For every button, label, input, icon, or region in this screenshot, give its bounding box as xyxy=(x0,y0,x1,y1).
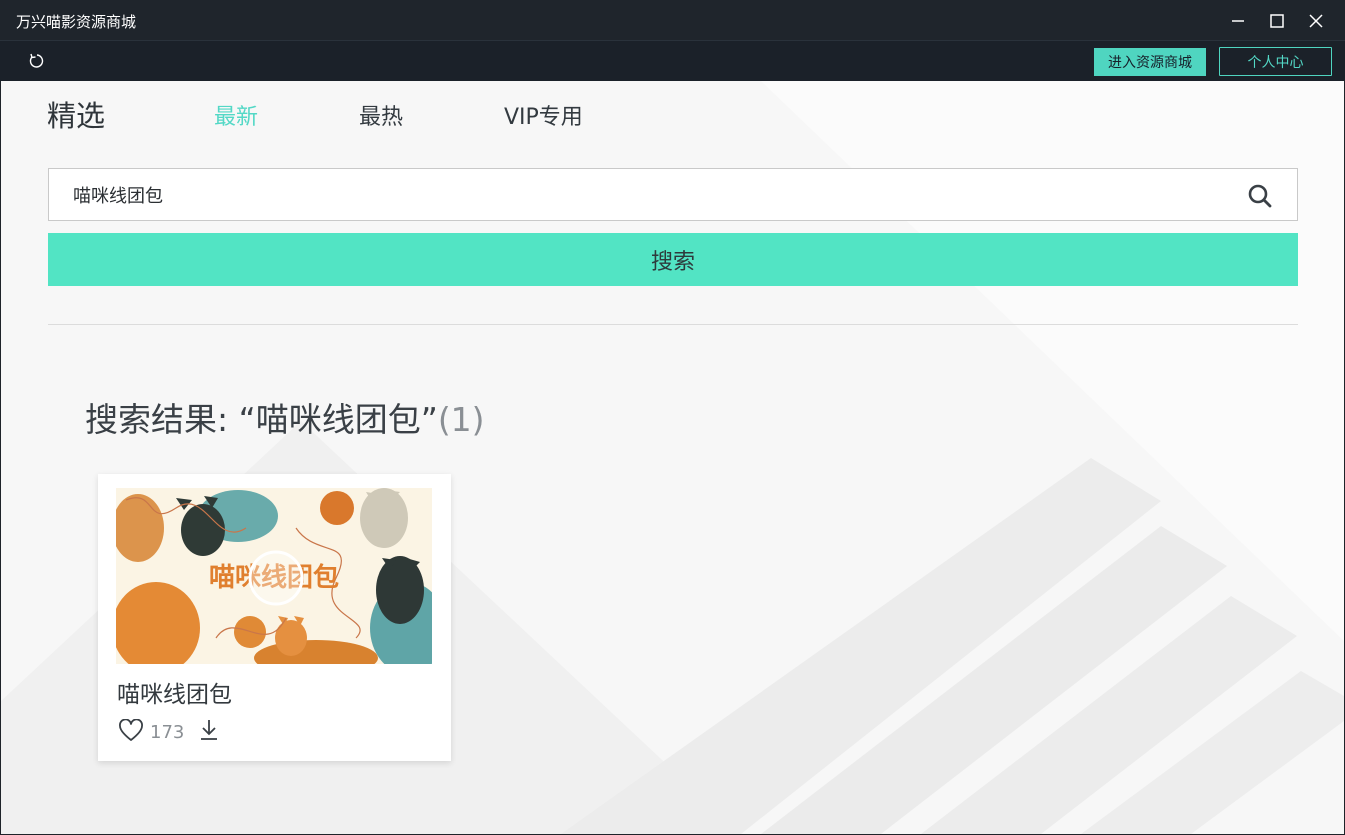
enter-store-button[interactable]: 进入资源商城 xyxy=(1094,48,1206,76)
user-center-button[interactable]: 个人中心 xyxy=(1219,47,1332,76)
download-icon xyxy=(201,720,217,740)
close-icon xyxy=(1309,14,1323,28)
search-result-heading: 搜索结果: “喵咪线团包”(1) xyxy=(85,393,485,441)
card-thumbnail[interactable]: 喵咪线团包 xyxy=(116,488,432,664)
like-button[interactable] xyxy=(118,718,144,743)
toolbar: 进入资源商城 个人中心 xyxy=(0,40,1345,81)
thumbnail-image: 喵咪线团包 xyxy=(116,488,432,664)
refresh-button[interactable] xyxy=(27,51,47,71)
minimize-button[interactable] xyxy=(1223,6,1253,36)
app-title: 万兴喵影资源商城 xyxy=(16,13,137,31)
title-bar: 万兴喵影资源商城 xyxy=(0,0,1345,40)
search-box xyxy=(48,168,1298,221)
close-button[interactable] xyxy=(1301,6,1331,36)
card-title: 喵咪线团包 xyxy=(117,682,232,708)
download-button[interactable] xyxy=(198,718,220,742)
search-result-count: (1) xyxy=(437,400,485,439)
minimize-icon xyxy=(1232,20,1244,22)
search-input[interactable] xyxy=(73,182,1223,208)
search-icon[interactable] xyxy=(1247,183,1273,209)
result-card[interactable]: 喵咪线团包 喵咪线团包 173 xyxy=(98,474,451,761)
search-button[interactable]: 搜索 xyxy=(48,233,1298,286)
tab-vip[interactable]: VIP专用 xyxy=(504,99,583,131)
main-content: 精选 最新 最热 VIP专用 搜索 搜索结果: “喵咪线团包”(1) xyxy=(1,81,1344,834)
tab-featured[interactable]: 精选 xyxy=(47,93,105,135)
search-result-label: 搜索结果: “喵咪线团包” xyxy=(85,400,438,439)
maximize-button[interactable] xyxy=(1262,6,1292,36)
play-icon xyxy=(248,550,304,606)
divider xyxy=(48,324,1298,325)
tab-hottest[interactable]: 最热 xyxy=(359,99,403,131)
heart-icon xyxy=(119,718,143,741)
tab-newest[interactable]: 最新 xyxy=(214,99,258,131)
maximize-icon xyxy=(1270,14,1284,28)
refresh-icon xyxy=(29,53,44,68)
like-count: 173 xyxy=(150,722,185,743)
